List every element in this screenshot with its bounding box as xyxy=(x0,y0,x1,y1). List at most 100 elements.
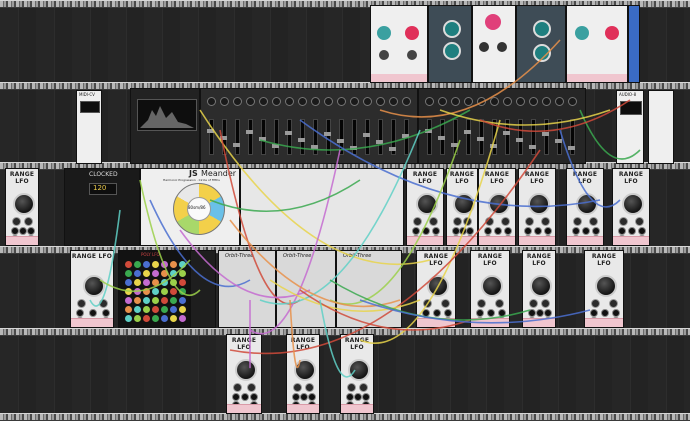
knob[interactable] xyxy=(405,26,419,40)
fader-cap[interactable] xyxy=(464,130,471,134)
frequency-knob[interactable] xyxy=(488,193,510,215)
fader-cap[interactable] xyxy=(451,143,458,147)
jack[interactable] xyxy=(487,309,495,317)
scope-module[interactable] xyxy=(130,88,200,164)
frequency-knob[interactable] xyxy=(427,275,449,297)
knob[interactable] xyxy=(443,42,461,60)
jack[interactable] xyxy=(11,227,19,235)
jack[interactable] xyxy=(494,227,502,235)
pad[interactable] xyxy=(152,261,159,268)
knob[interactable] xyxy=(497,42,507,52)
orbit-three-2[interactable]: Orbit-Three xyxy=(276,250,336,328)
module-top-1[interactable] xyxy=(370,5,428,83)
pad[interactable] xyxy=(161,315,168,322)
knob[interactable] xyxy=(533,44,551,62)
channel-fader[interactable] xyxy=(544,119,549,155)
fader-cap[interactable] xyxy=(477,137,484,141)
knob[interactable] xyxy=(485,14,501,30)
knob[interactable] xyxy=(503,97,512,106)
module-top-3[interactable] xyxy=(472,5,516,83)
pad[interactable] xyxy=(152,297,159,304)
channel-fader[interactable] xyxy=(492,119,497,155)
pad[interactable] xyxy=(125,297,132,304)
module-narrow[interactable] xyxy=(190,250,216,328)
frequency-knob[interactable] xyxy=(481,275,503,297)
poly-lfo-matrix[interactable]: POLY LFO xyxy=(118,250,190,328)
jack[interactable] xyxy=(466,227,474,235)
frequency-knob[interactable] xyxy=(235,359,257,381)
jack[interactable] xyxy=(422,227,430,235)
jack[interactable] xyxy=(102,309,110,317)
jack[interactable] xyxy=(422,309,430,317)
knob[interactable] xyxy=(77,299,86,308)
jack[interactable] xyxy=(618,227,626,235)
range-lfo-module[interactable]: RANGE LFO xyxy=(416,250,456,328)
pad[interactable] xyxy=(161,288,168,295)
knob[interactable] xyxy=(541,299,550,308)
channel-fader[interactable] xyxy=(339,119,344,155)
fader-cap[interactable] xyxy=(402,134,409,138)
channel-fader[interactable] xyxy=(313,119,318,155)
knob[interactable] xyxy=(293,383,302,392)
pad[interactable] xyxy=(161,270,168,277)
channel-fader[interactable] xyxy=(209,119,214,155)
mixer-module[interactable] xyxy=(200,88,418,164)
knob[interactable] xyxy=(568,97,577,106)
jack[interactable] xyxy=(544,309,552,317)
channel-fader[interactable] xyxy=(466,119,471,155)
knob[interactable] xyxy=(453,217,462,226)
fader-cap[interactable] xyxy=(259,137,266,141)
jack[interactable] xyxy=(89,309,97,317)
pad[interactable] xyxy=(143,279,150,286)
fader-cap[interactable] xyxy=(285,131,292,135)
midi-cv-module[interactable]: MIDI-CV xyxy=(76,90,102,164)
knob[interactable] xyxy=(555,97,564,106)
channel-fader[interactable] xyxy=(378,119,383,155)
mixer-expander[interactable] xyxy=(418,88,586,164)
range-lfo-module[interactable]: RANGE LFO xyxy=(584,250,624,328)
knob[interactable] xyxy=(464,97,473,106)
pad[interactable] xyxy=(134,270,141,277)
pad[interactable] xyxy=(152,270,159,277)
knob[interactable] xyxy=(589,217,598,226)
fader-cap[interactable] xyxy=(272,144,279,148)
pad[interactable] xyxy=(152,315,159,322)
knob[interactable] xyxy=(542,97,551,106)
fader-cap[interactable] xyxy=(503,131,510,135)
jack[interactable] xyxy=(504,227,512,235)
frequency-knob[interactable] xyxy=(453,193,475,215)
channel-fader[interactable] xyxy=(427,119,432,155)
jack[interactable] xyxy=(534,227,542,235)
jack[interactable] xyxy=(476,309,484,317)
channel-fader[interactable] xyxy=(365,119,370,155)
frequency-knob[interactable] xyxy=(348,359,370,381)
knob[interactable] xyxy=(451,97,460,106)
jack[interactable] xyxy=(354,393,362,401)
knob[interactable] xyxy=(363,97,372,106)
pad[interactable] xyxy=(125,288,132,295)
channel-fader[interactable] xyxy=(300,119,305,155)
jack[interactable] xyxy=(612,309,620,317)
knob[interactable] xyxy=(207,97,216,106)
knob[interactable] xyxy=(425,97,434,106)
knob[interactable] xyxy=(605,26,619,40)
jack[interactable] xyxy=(292,393,300,401)
module-top-2[interactable] xyxy=(428,5,472,83)
knob[interactable] xyxy=(12,217,21,226)
knob[interactable] xyxy=(635,217,644,226)
orbit-three-1[interactable]: Orbit-Three xyxy=(218,250,276,328)
fader-cap[interactable] xyxy=(568,146,575,150)
fader-cap[interactable] xyxy=(555,139,562,143)
pad[interactable] xyxy=(179,288,186,295)
knob[interactable] xyxy=(24,217,33,226)
frequency-knob[interactable] xyxy=(294,359,316,381)
pad[interactable] xyxy=(179,270,186,277)
jack[interactable] xyxy=(27,227,35,235)
knob[interactable] xyxy=(529,97,538,106)
fader-cap[interactable] xyxy=(311,145,318,149)
knob[interactable] xyxy=(233,97,242,106)
clocked-module[interactable]: CLOCKED 120 xyxy=(64,168,140,246)
jack[interactable] xyxy=(544,227,552,235)
fader-cap[interactable] xyxy=(516,138,523,142)
pad[interactable] xyxy=(179,315,186,322)
